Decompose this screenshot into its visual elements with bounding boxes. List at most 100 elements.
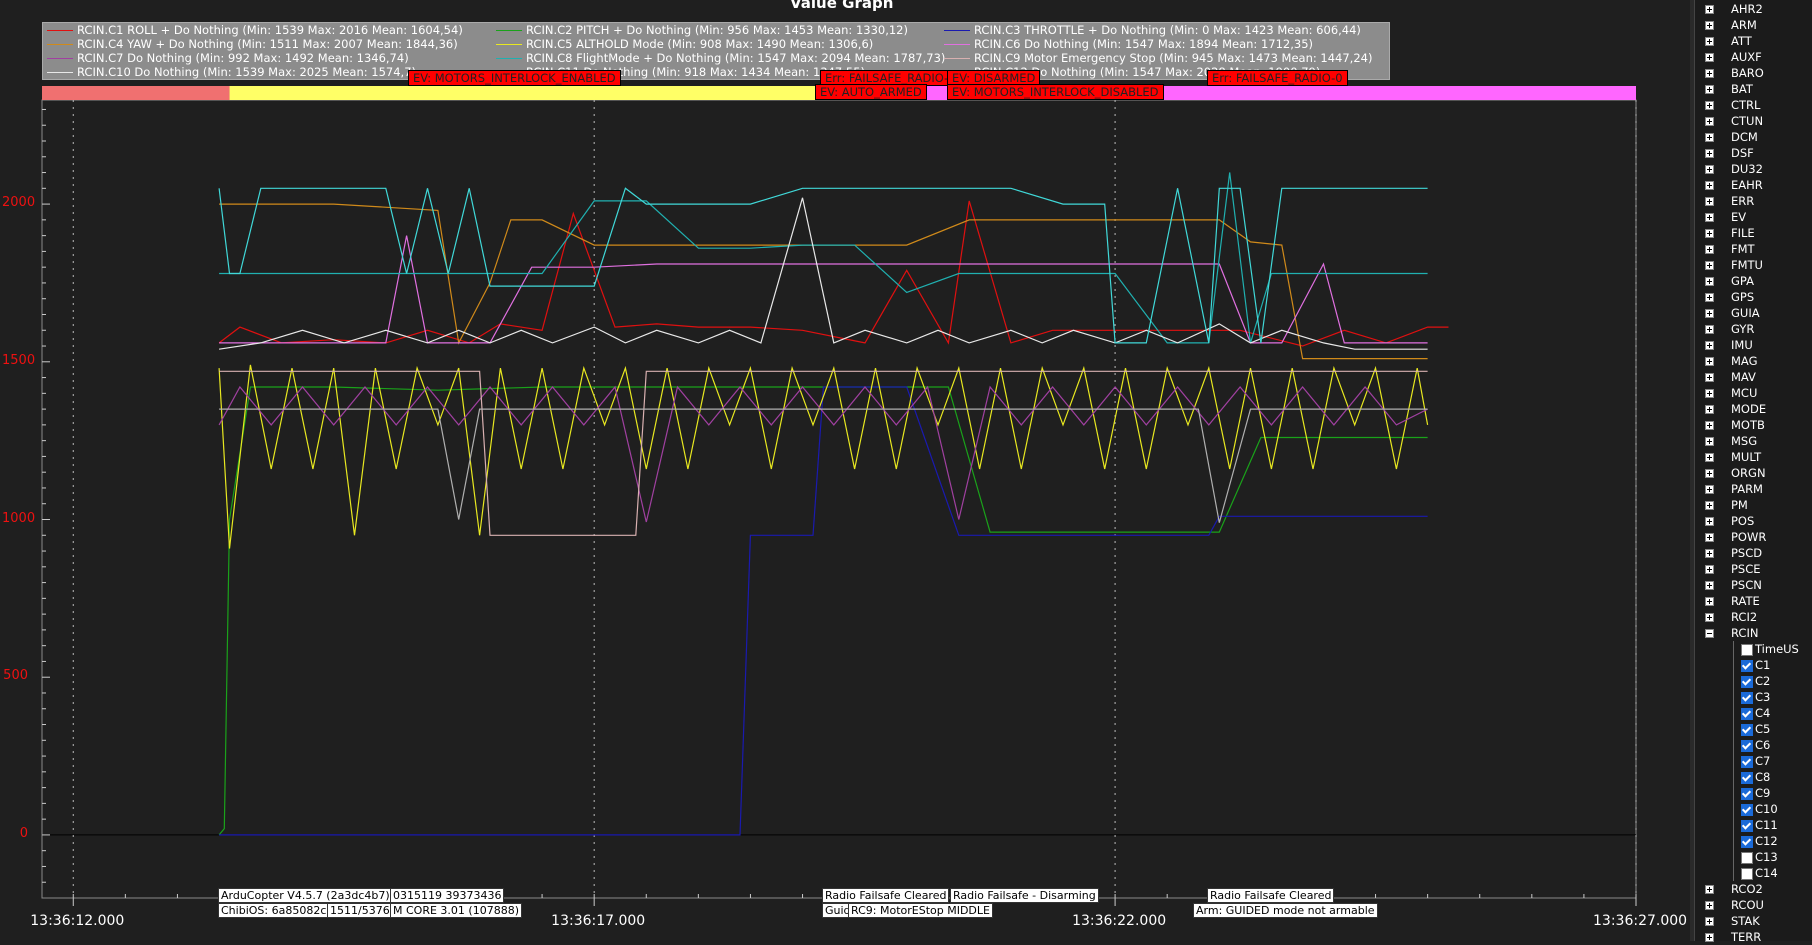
tree-item[interactable]: MODE [1695, 401, 1812, 417]
tree-child-item[interactable]: C14 [1695, 865, 1812, 881]
checkbox[interactable] [1741, 724, 1753, 736]
expand-icon[interactable] [1705, 165, 1714, 174]
tree-item[interactable]: BAT [1695, 81, 1812, 97]
expand-icon[interactable] [1705, 389, 1714, 398]
expand-icon[interactable] [1705, 293, 1714, 302]
tree-item[interactable]: FMT [1695, 241, 1812, 257]
tree-item[interactable]: MULT [1695, 449, 1812, 465]
expand-icon[interactable] [1705, 437, 1714, 446]
expand-icon[interactable] [1705, 373, 1714, 382]
expand-icon[interactable] [1705, 613, 1714, 622]
expand-icon[interactable] [1705, 5, 1714, 14]
expand-icon[interactable] [1705, 53, 1714, 62]
checkbox[interactable] [1741, 660, 1753, 672]
tree-item[interactable]: ARM [1695, 17, 1812, 33]
message-tree[interactable]: AHR2 ARM ATT AUXF BARO BAT CTRL CTUN DCM DSF DU32 E… [1694, 0, 1812, 944]
tree-item[interactable]: CTUN [1695, 113, 1812, 129]
tree-item[interactable]: MAG [1695, 353, 1812, 369]
checkbox[interactable] [1741, 820, 1753, 832]
tree-item[interactable]: PARM [1695, 481, 1812, 497]
tree-child-item[interactable]: C11 [1695, 817, 1812, 833]
expand-icon[interactable] [1705, 517, 1714, 526]
expand-icon[interactable] [1705, 885, 1714, 894]
tree-item[interactable]: IMU [1695, 337, 1812, 353]
expand-icon[interactable] [1705, 309, 1714, 318]
expand-icon[interactable] [1705, 581, 1714, 590]
checkbox[interactable] [1741, 756, 1753, 768]
tree-child-item[interactable]: C4 [1695, 705, 1812, 721]
checkbox[interactable] [1741, 788, 1753, 800]
tree-item[interactable]: POWR [1695, 529, 1812, 545]
checkbox[interactable] [1741, 676, 1753, 688]
tree-item[interactable]: GYR [1695, 321, 1812, 337]
tree-item[interactable]: PSCE [1695, 561, 1812, 577]
tree-item[interactable]: MAV [1695, 369, 1812, 385]
expand-icon[interactable] [1705, 117, 1714, 126]
expand-icon[interactable] [1705, 917, 1714, 926]
expand-icon[interactable] [1705, 277, 1714, 286]
tree-child-item[interactable]: C12 [1695, 833, 1812, 849]
expand-icon[interactable] [1705, 501, 1714, 510]
checkbox[interactable] [1741, 644, 1753, 656]
tree-item[interactable]: ORGN [1695, 465, 1812, 481]
tree-item[interactable]: PSCD [1695, 545, 1812, 561]
tree-item[interactable]: RCOU [1695, 897, 1812, 913]
expand-icon[interactable] [1705, 405, 1714, 414]
collapse-icon[interactable] [1705, 629, 1714, 638]
legend-item[interactable]: RCIN.C6 Do Nothing (Min: 1547 Max: 1894 … [940, 37, 1313, 51]
tree-item[interactable]: PM [1695, 497, 1812, 513]
legend[interactable]: RCIN.C1 ROLL + Do Nothing (Min: 1539 Max… [42, 22, 1390, 80]
legend-item[interactable]: RCIN.C9 Motor Emergency Stop (Min: 945 M… [940, 51, 1372, 65]
checkbox[interactable] [1741, 740, 1753, 752]
legend-item[interactable]: RCIN.C7 Do Nothing (Min: 992 Max: 1492 M… [43, 51, 409, 65]
tree-item[interactable]: CTRL [1695, 97, 1812, 113]
expand-icon[interactable] [1705, 37, 1714, 46]
tree-item[interactable]: POS [1695, 513, 1812, 529]
expand-icon[interactable] [1705, 453, 1714, 462]
tree-item[interactable]: DSF [1695, 145, 1812, 161]
tree-item[interactable]: GPS [1695, 289, 1812, 305]
tree-item[interactable]: MSG [1695, 433, 1812, 449]
expand-icon[interactable] [1705, 21, 1714, 30]
tree-child-item[interactable]: C6 [1695, 737, 1812, 753]
legend-item[interactable]: RCIN.C4 YAW + Do Nothing (Min: 1511 Max:… [43, 37, 458, 51]
tree-item[interactable]: BARO [1695, 65, 1812, 81]
tree-item[interactable]: DU32 [1695, 161, 1812, 177]
expand-icon[interactable] [1705, 533, 1714, 542]
checkbox[interactable] [1741, 692, 1753, 704]
tree-item[interactable]: MCU [1695, 385, 1812, 401]
tree-item[interactable]: ERR [1695, 193, 1812, 209]
expand-icon[interactable] [1705, 69, 1714, 78]
expand-icon[interactable] [1705, 101, 1714, 110]
tree-item[interactable]: EV [1695, 209, 1812, 225]
tree-child-item[interactable]: C9 [1695, 785, 1812, 801]
legend-item[interactable]: RCIN.C3 THROTTLE + Do Nothing (Min: 0 Ma… [940, 23, 1361, 37]
expand-icon[interactable] [1705, 549, 1714, 558]
expand-icon[interactable] [1705, 421, 1714, 430]
checkbox[interactable] [1741, 708, 1753, 720]
checkbox[interactable] [1741, 836, 1753, 848]
tree-item[interactable]: AUXF [1695, 49, 1812, 65]
tree-child-item[interactable]: C2 [1695, 673, 1812, 689]
legend-item[interactable]: RCIN.C8 FlightMode + Do Nothing (Min: 15… [492, 51, 945, 65]
expand-icon[interactable] [1705, 181, 1714, 190]
tree-item[interactable]: FILE [1695, 225, 1812, 241]
tree-child-item[interactable]: C10 [1695, 801, 1812, 817]
checkbox[interactable] [1741, 772, 1753, 784]
expand-icon[interactable] [1705, 197, 1714, 206]
checkbox[interactable] [1741, 868, 1753, 880]
expand-icon[interactable] [1705, 485, 1714, 494]
expand-icon[interactable] [1705, 245, 1714, 254]
tree-item[interactable]: RATE [1695, 593, 1812, 609]
tree-item[interactable]: TERR [1695, 929, 1812, 945]
tree-item[interactable]: GPA [1695, 273, 1812, 289]
tree-child-item[interactable]: C1 [1695, 657, 1812, 673]
legend-item[interactable]: RCIN.C2 PITCH + Do Nothing (Min: 956 Max… [492, 23, 908, 37]
legend-item[interactable]: RCIN.C5 ALTHOLD Mode (Min: 908 Max: 1490… [492, 37, 873, 51]
expand-icon[interactable] [1705, 213, 1714, 222]
tree-item[interactable]: RCI2 [1695, 609, 1812, 625]
tree-item[interactable]: RCIN [1695, 625, 1812, 641]
tree-item[interactable]: AHR2 [1695, 1, 1812, 17]
tree-child-item[interactable]: C5 [1695, 721, 1812, 737]
tree-child-item[interactable]: C13 [1695, 849, 1812, 865]
